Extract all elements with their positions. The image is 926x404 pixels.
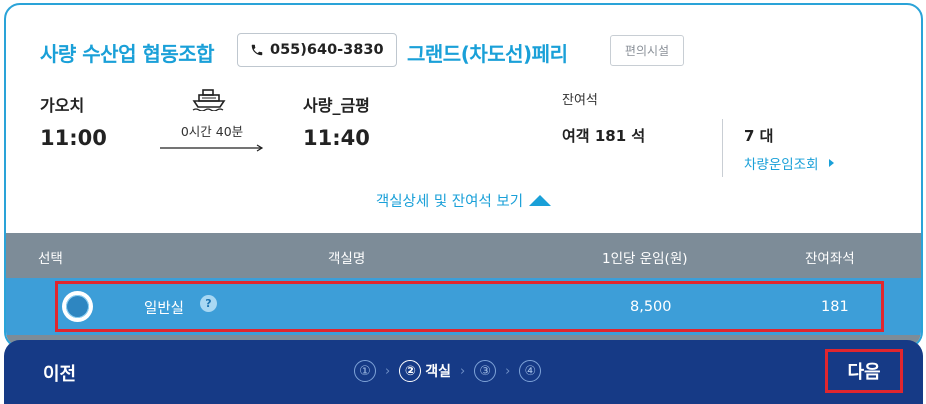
row-highlight-box — [55, 281, 884, 332]
phone-number: 055)640-3830 — [270, 42, 384, 58]
step-2-active: ② — [399, 360, 422, 382]
ship-name: 그랜드(차도선)페리 — [407, 42, 568, 66]
room-detail-toggle-label: 객실상세 및 잔여석 보기 — [375, 194, 524, 210]
remaining-seats-title: 잔여석 — [562, 93, 598, 108]
departure-time: 11:00 — [40, 126, 107, 150]
chevron-right-icon: › — [385, 363, 391, 379]
travel-duration: 0시간 40분 — [180, 124, 244, 139]
phone-button[interactable]: 055)640-3830 — [237, 33, 397, 67]
caret-right-icon — [828, 159, 834, 167]
ship-icon — [192, 89, 226, 111]
chevron-right-icon: › — [505, 363, 511, 379]
column-header-remaining: 잔여좌석 — [805, 251, 855, 267]
next-button[interactable]: 다음 — [825, 349, 903, 393]
phone-icon — [251, 44, 263, 56]
step-1: ① — [354, 360, 376, 382]
column-header-select: 선택 — [38, 251, 63, 267]
caret-up-icon — [529, 195, 552, 206]
arrival-port: 사량_금평 — [303, 96, 370, 115]
departure-port: 가오치 — [40, 96, 85, 115]
vehicle-fare-link-label: 차량운임조회 — [744, 157, 819, 173]
booking-footer: 이전 ① › ② 객실 › ③ › ④ 다음 — [4, 340, 923, 404]
column-header-fare: 1인당 운임(원) — [602, 251, 688, 267]
table-row[interactable]: 일반실 ? 8,500 181 — [6, 278, 921, 335]
facility-button[interactable]: 편의시설 — [610, 35, 684, 66]
company-name: 사량 수산업 협동조합 — [40, 42, 215, 66]
active-step-label: 객실 — [425, 364, 451, 380]
arrow-right-icon — [160, 144, 264, 152]
divider — [722, 119, 723, 177]
room-detail-toggle[interactable]: 객실상세 및 잔여석 보기 — [6, 190, 921, 211]
column-header-room: 객실명 — [328, 251, 366, 267]
vehicle-fare-link[interactable]: 차량운임조회 — [744, 153, 834, 173]
room-table-header: 선택 객실명 1인당 운임(원) 잔여좌석 — [6, 233, 921, 278]
ferry-schedule-card: 사량 수산업 협동조합 055)640-3830 그랜드(차도선)페리 편의시설… — [4, 3, 923, 348]
step-3: ③ — [474, 360, 497, 382]
previous-button[interactable]: 이전 — [43, 360, 76, 386]
chevron-right-icon: › — [459, 363, 466, 379]
step-4: ④ — [519, 360, 542, 382]
passenger-seats: 여객 181 석 — [562, 127, 646, 145]
step-indicator: ① › ② 객실 › ③ › ④ — [354, 360, 542, 382]
arrival-time: 11:40 — [303, 126, 370, 150]
vehicle-count: 7 대 — [744, 127, 774, 145]
